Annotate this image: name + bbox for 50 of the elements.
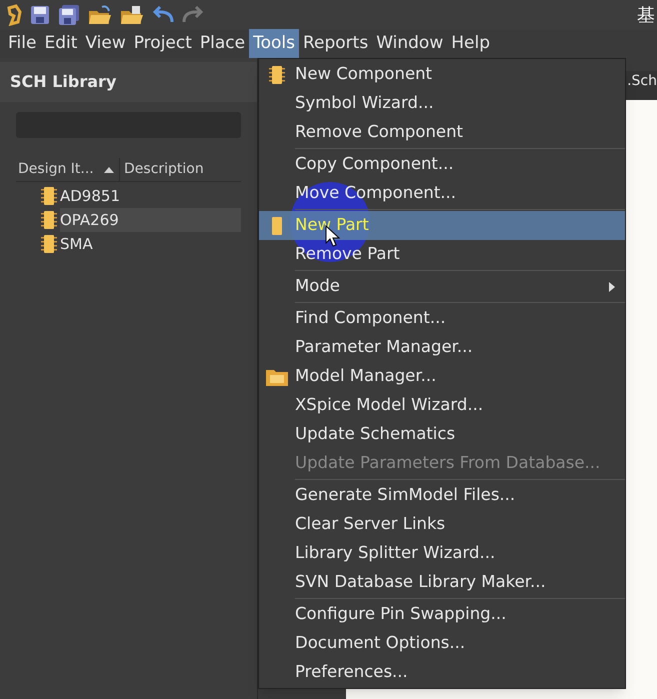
menu-item[interactable]: Project [130,29,196,59]
menu-item[interactable]: New Component [259,60,625,89]
menu-item[interactable]: File [4,29,40,59]
list-item[interactable]: AD9851 [60,184,241,208]
list-item[interactable]: OPA269 [60,208,241,232]
undo-icon[interactable] [152,6,174,24]
menu-item[interactable]: SVN Database Library Maker... [259,568,625,597]
submenu-arrow-icon [609,282,615,292]
menu-item[interactable]: Reports [298,29,372,59]
part-icon [272,216,282,234]
open-folder-icon[interactable] [88,5,112,25]
component-chip-icon [40,235,58,253]
chip-icon [268,66,286,84]
sort-ascending-icon [104,166,114,172]
menu-item[interactable]: Library Splitter Wizard... [259,539,625,568]
menu-item[interactable]: Generate SimModel Files... [259,481,625,510]
menu-item[interactable]: Update Schematics [259,420,625,449]
document-tab[interactable]: .Sch [625,71,657,100]
menu-item[interactable]: XSpice Model Wizard... [259,391,625,420]
menu-item[interactable]: Mode [259,272,625,301]
folder-icon [266,368,288,386]
panel-title: SCH Library [0,62,257,102]
menu-item[interactable]: Window [372,29,448,59]
menu-item[interactable]: Edit [40,29,82,59]
menu-item[interactable]: Copy Component... [259,150,625,179]
component-chip-icon [40,187,58,205]
menu-item[interactable]: Tools [249,29,299,59]
menu-item[interactable]: Place [196,29,250,59]
menu-item[interactable]: Remove Component [259,118,625,147]
column-header[interactable]: Description [120,158,241,181]
save-icon[interactable] [30,5,50,25]
menu-item[interactable]: Symbol Wizard... [259,89,625,118]
open-folder-icon[interactable] [120,5,144,25]
window-title: 基 [637,4,656,28]
list-item[interactable]: SMA [60,232,241,256]
menu-item: Update Parameters From Database... [294,452,602,474]
column-header[interactable]: Design It... [16,159,94,180]
menu-item[interactable]: Clear Server Links [259,510,625,539]
app-logo-icon [6,4,22,26]
menu-item[interactable]: Document Options... [259,629,625,658]
menu-item[interactable]: Preferences... [259,658,625,687]
component-chip-icon [40,211,58,229]
menu-item[interactable]: Configure Pin Swapping... [259,600,625,629]
menu-item[interactable]: Model Manager... [259,362,625,391]
menu-item[interactable]: View [81,29,130,59]
menu-item[interactable]: Help [447,29,494,59]
menu-item[interactable]: Parameter Manager... [259,333,625,362]
save-all-icon[interactable] [58,5,80,25]
menu-item[interactable]: Find Component... [259,304,625,333]
redo-icon[interactable] [182,6,204,24]
